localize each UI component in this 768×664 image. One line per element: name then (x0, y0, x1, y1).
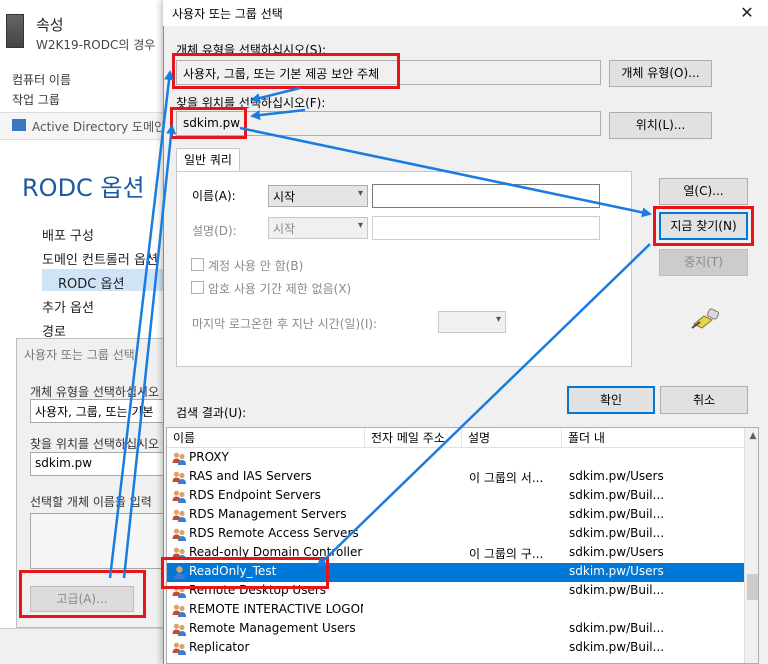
server-icon (6, 14, 24, 48)
column-header-name[interactable]: 이름 (167, 428, 365, 448)
vertical-scrollbar[interactable]: ▲ (744, 428, 758, 663)
flashlight-search-icon (691, 308, 720, 329)
cell-name: RDS Remote Access Servers (189, 526, 359, 540)
locations-button[interactable]: 위치(L)... (609, 112, 712, 139)
group-icon (172, 489, 187, 504)
group-icon (172, 641, 187, 656)
bg-nav-item-rodc[interactable]: RODC 옵션 (58, 273, 124, 292)
bg-workgroup-label: 작업 그룹 (12, 93, 60, 107)
name-input[interactable] (372, 184, 600, 208)
group-icon (172, 527, 187, 542)
table-row[interactable]: RDS Endpoint Servers sdkim.pw/Buil... (167, 487, 744, 506)
cell-folder: sdkim.pw/Buil... (569, 621, 665, 635)
bg-nav-item-additional[interactable]: 추가 옵션 (42, 297, 94, 316)
columns-button[interactable]: 열(C)... (659, 178, 748, 205)
cell-name: RDS Endpoint Servers (189, 488, 321, 502)
cell-folder: sdkim.pw/Buil... (569, 488, 665, 502)
cell-folder: sdkim.pw/Buil... (569, 640, 665, 654)
table-row[interactable]: RDS Remote Access Servers sdkim.pw/Buil..… (167, 525, 744, 544)
chevron-down-icon: ▾ (357, 220, 363, 231)
description-input (372, 216, 600, 240)
non-expiring-password-checkbox (191, 281, 204, 294)
bg-nav-item-deploy[interactable]: 배포 구성 (42, 225, 94, 244)
annotation-box-advanced (19, 570, 146, 618)
days-since-logon-label: 마지막 로그온한 후 지난 시간(일)(I): (192, 317, 378, 331)
bg-ad-bar-text: Active Directory 도메인 (32, 120, 166, 134)
table-row[interactable]: REMOTE INTERACTIVE LOGON (167, 601, 744, 620)
stop-button: 중지(T) (659, 249, 748, 276)
cell-folder: sdkim.pw/Buil... (569, 526, 665, 540)
cell-name: Remote Management Users (189, 621, 356, 635)
bg-nav-item-dc-options[interactable]: 도메인 컨트롤러 옵션 (42, 249, 158, 268)
bg-computer-name-label: 컴퓨터 이름 (12, 73, 72, 87)
cell-folder: sdkim.pw/Buil... (569, 583, 665, 597)
description-condition-value: 시작 (273, 222, 296, 236)
scroll-up-icon[interactable]: ▲ (745, 428, 758, 444)
table-row[interactable]: Remote Management Users sdkim.pw/Buil... (167, 620, 744, 639)
group-icon (172, 622, 187, 637)
bg-inner-enter-names-label: 선택할 개체 이름을 입력 (30, 495, 152, 509)
group-icon (172, 470, 187, 485)
scroll-thumb[interactable] (747, 574, 758, 600)
cell-folder: sdkim.pw/Users (569, 545, 664, 559)
results-header: 이름 전자 메일 주소 설명 폴더 내 (167, 428, 744, 448)
bg-inner-location-field: sdkim.pw (30, 452, 170, 476)
name-label: 이름(A): (192, 189, 236, 203)
description-condition-combo: 시작 ▾ (268, 217, 368, 239)
cell-folder: sdkim.pw/Buil... (569, 507, 665, 521)
close-icon[interactable]: ✕ (736, 2, 758, 24)
chevron-down-icon: ▾ (357, 188, 363, 199)
column-header-email[interactable]: 전자 메일 주소 (365, 428, 462, 448)
search-results-label: 검색 결과(U): (176, 406, 247, 420)
group-icon (172, 603, 187, 618)
column-header-description[interactable]: 설명 (462, 428, 562, 448)
bg-rodc-title: RODC 옵션 (22, 174, 145, 202)
bg-inner-location-label: 찾을 위치를 선택하십시오 (30, 437, 160, 451)
cell-description: 이 그룹의 구... (469, 547, 544, 561)
cell-name: PROXY (189, 450, 229, 464)
ad-wizard-icon (12, 119, 26, 131)
annotation-box-location (170, 107, 247, 139)
ok-button[interactable]: 확인 (567, 386, 655, 414)
cell-name: REMOTE INTERACTIVE LOGON (189, 602, 363, 616)
cell-name: RAS and IAS Servers (189, 469, 312, 483)
cell-folder: sdkim.pw/Users (569, 469, 664, 483)
group-icon (172, 451, 187, 466)
description-label: 설명(D): (192, 224, 237, 238)
table-row[interactable]: PROXY (167, 449, 744, 468)
name-condition-combo[interactable]: 시작 ▾ (268, 185, 368, 207)
search-results-list[interactable]: 이름 전자 메일 주소 설명 폴더 내 PROXY RAS and IAS Ser… (166, 427, 759, 664)
bg-inner-object-type-label: 개체 유형을 선택하십시오 (30, 385, 160, 399)
table-row[interactable]: RAS and IAS Servers 이 그룹의 서... sdkim.pw/Us… (167, 468, 744, 487)
annotation-box-object-type (172, 53, 400, 89)
bg-inner-object-type-field: 사용자, 그룹, 또는 기본 (30, 399, 170, 423)
dialog-title: 사용자 또는 그룹 선택 (172, 7, 283, 21)
disabled-accounts-label: 계정 사용 안 함(B) (208, 259, 304, 273)
cell-name: Replicator (189, 640, 250, 654)
cell-folder: sdkim.pw/Users (569, 564, 664, 578)
annotation-box-find-now (653, 206, 754, 246)
chevron-down-icon: ▾ (495, 314, 501, 325)
bg-window-title: 속성 (36, 16, 64, 34)
days-since-logon-combo: ▾ (438, 311, 506, 333)
name-condition-value: 시작 (273, 190, 296, 204)
table-row[interactable]: RDS Management Servers sdkim.pw/Buil... (167, 506, 744, 525)
disabled-accounts-checkbox (191, 258, 204, 271)
non-expiring-password-label: 암호 사용 기간 제한 없음(X) (208, 282, 352, 296)
annotation-box-selected-row (161, 557, 329, 589)
column-header-folder[interactable]: 폴더 내 (562, 428, 744, 448)
cell-description: 이 그룹의 서... (469, 471, 544, 485)
table-row[interactable]: Replicator sdkim.pw/Buil... (167, 639, 744, 658)
bg-inner-names-box (30, 513, 170, 569)
cancel-button[interactable]: 취소 (660, 386, 748, 414)
bg-window-subtitle: W2K19-RODC의 경우 (36, 38, 156, 52)
object-types-button[interactable]: 개체 유형(O)... (609, 60, 712, 87)
group-icon (172, 508, 187, 523)
tab-common-queries[interactable]: 일반 쿼리 (176, 148, 240, 172)
bg-inner-dialog-title: 사용자 또는 그룹 선택 (24, 348, 135, 362)
cell-name: RDS Management Servers (189, 507, 347, 521)
